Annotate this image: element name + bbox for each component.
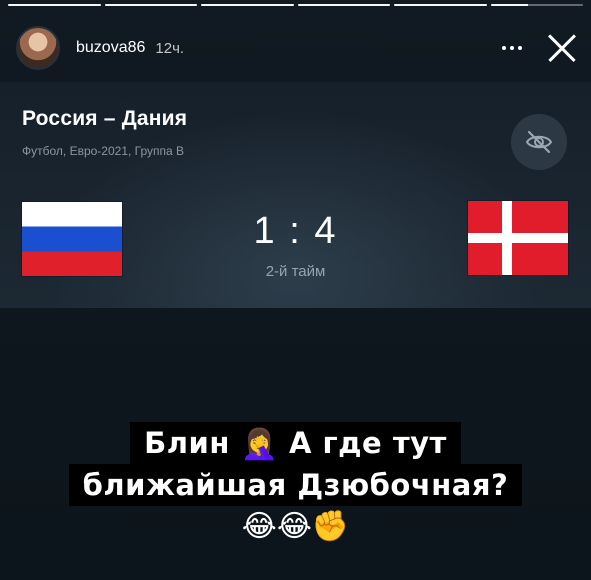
hide-button[interactable] [511, 114, 567, 170]
story-viewer: buzova86 12ч. Россия – Дания Футбол, Евр… [0, 0, 591, 580]
story-header: buzova86 12ч. [16, 26, 579, 70]
progress-segment [8, 4, 101, 6]
progress-segment [490, 4, 583, 6]
progress-segment [201, 4, 294, 6]
username[interactable]: buzova86 [76, 39, 145, 57]
match-card[interactable]: Россия – Дания Футбол, Евро-2021, Группа… [0, 82, 591, 308]
timestamp: 12ч. [155, 39, 185, 57]
caption-sticker: Блин 🤦‍♀️ А где тут ближайшая Дзюбочная?… [0, 422, 591, 546]
progress-segment [394, 4, 487, 6]
caption-line-1: Блин 🤦‍♀️ А где тут [130, 422, 461, 466]
denmark-flag [468, 201, 568, 275]
match-subtitle: Футбол, Евро-2021, Группа B [22, 144, 185, 158]
progress-segment [104, 4, 197, 6]
caption-line-2: ближайшая Дзюбочная? [68, 464, 523, 506]
eye-off-icon [525, 130, 553, 154]
facepalm-emoji-icon: 🤦‍♀️ [240, 427, 279, 462]
caption-text: А где тут [288, 426, 447, 460]
progress-segment [297, 4, 390, 6]
match-title: Россия – Дания [22, 107, 188, 130]
story-progress-bar [8, 4, 583, 7]
avatar[interactable] [16, 26, 60, 70]
laughing-emojis-icon: 😂😂✊ [241, 509, 350, 544]
close-icon[interactable] [545, 31, 579, 65]
more-options-icon[interactable] [497, 38, 527, 58]
caption-text: Блин [144, 426, 230, 460]
